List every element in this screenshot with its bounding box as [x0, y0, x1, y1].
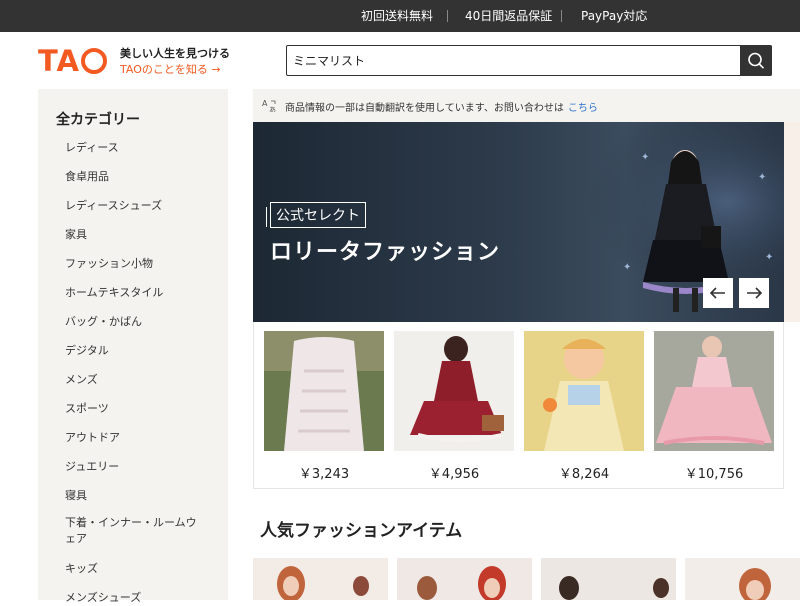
- sparkle: ✦: [641, 152, 650, 163]
- sparkle: ✦: [765, 252, 774, 263]
- translate-icon: A あ: [262, 99, 276, 112]
- sidebar-title: 全カテゴリー: [56, 112, 140, 128]
- sidebar-item-sports[interactable]: スポーツ: [65, 401, 215, 417]
- returns-text: 40日間返品保証: [465, 9, 553, 23]
- arrow-right-icon: [747, 287, 763, 299]
- popular-item-image: [685, 558, 800, 600]
- product-price: ￥4,956: [428, 467, 480, 482]
- sidebar-item-bedding[interactable]: 寝具: [65, 488, 215, 504]
- top-bar: 初回送料無料 40日間返品保証 PayPay対応: [0, 0, 800, 32]
- translation-notice: A あ 商品情報の一部は自動翻訳を使用しています、お問い合わせは こちら: [253, 89, 800, 122]
- category-sidebar: 全カテゴリー レディース 食卓用品 レディースシューズ 家具 ファッション小物 …: [38, 89, 228, 604]
- notice-text: 商品情報の一部は自動翻訳を使用しています、お問い合わせは こちら: [285, 99, 598, 114]
- product-image: [394, 331, 514, 451]
- product-card[interactable]: ￥10,756: [654, 331, 774, 482]
- svg-text:あ: あ: [269, 106, 276, 112]
- product-image: [524, 331, 644, 451]
- sidebar-item-furniture[interactable]: 家具: [65, 227, 215, 243]
- sidebar-item-kids[interactable]: キッズ: [65, 561, 215, 577]
- next-banner-peek: [784, 122, 800, 322]
- search-button[interactable]: [740, 45, 772, 76]
- hero-banner[interactable]: ✦ ✦ ✦ ✦ 公式セレクト ロリータファッション: [253, 122, 784, 322]
- sidebar-item-digital[interactable]: デジタル: [65, 343, 215, 359]
- tao-logo[interactable]: TA: [38, 44, 107, 78]
- paypay-text: PayPay対応: [581, 9, 648, 23]
- sidebar-item-jewelry[interactable]: ジュエリー: [65, 459, 215, 475]
- sidebar-item-bags[interactable]: バッグ・かばん: [65, 314, 215, 330]
- popular-item-image: [397, 558, 532, 600]
- search-icon: [748, 52, 764, 69]
- divider: [561, 10, 562, 22]
- sidebar-item-tableware[interactable]: 食卓用品: [65, 169, 215, 185]
- divider: [447, 10, 448, 22]
- arrow-left-icon: [709, 287, 725, 299]
- notice-body: 商品情報の一部は自動翻訳を使用しています、お問い合わせは: [285, 103, 564, 114]
- sidebar-item-mens[interactable]: メンズ: [65, 372, 215, 388]
- sparkle: ✦: [623, 262, 632, 273]
- sidebar-item-ladies[interactable]: レディース: [65, 140, 215, 156]
- banner-next-button[interactable]: [739, 278, 769, 308]
- product-card[interactable]: ￥4,956: [394, 331, 514, 482]
- sparkle: ✦: [758, 172, 767, 183]
- banner-prev-button[interactable]: [703, 278, 733, 308]
- sidebar-item-mens-shoes[interactable]: メンズシューズ: [65, 590, 215, 606]
- sidebar-item-home-textiles[interactable]: ホームテキスタイル: [65, 285, 215, 301]
- tagline: 美しい人生を見つける: [120, 47, 230, 60]
- sidebar-item-ladies-shoes[interactable]: レディースシューズ: [65, 198, 215, 214]
- banner-title: ロリータファッション: [270, 240, 501, 265]
- svg-text:A: A: [262, 99, 268, 108]
- sidebar-item-fashion-accessories[interactable]: ファッション小物: [65, 256, 215, 272]
- popular-item-card[interactable]: [397, 558, 532, 600]
- sidebar-item-underwear[interactable]: 下着・インナー・ルームウェア: [65, 515, 205, 547]
- popular-item-card[interactable]: [541, 558, 676, 600]
- featured-products: ￥3,243 ￥4,956 ￥8,264 ￥10,756: [253, 322, 784, 489]
- popular-item-image: [541, 558, 676, 600]
- popular-item-card[interactable]: [685, 558, 800, 600]
- product-image: [654, 331, 774, 451]
- about-tao-link[interactable]: TAOのことを知る →: [120, 61, 221, 77]
- popular-section-title: 人気ファッションアイテム: [260, 521, 463, 541]
- contact-link[interactable]: こちら: [568, 103, 598, 114]
- free-shipping-text: 初回送料無料: [361, 9, 434, 23]
- product-price: ￥8,264: [558, 467, 610, 482]
- product-price: ￥3,243: [298, 467, 350, 482]
- product-image: [264, 331, 384, 451]
- product-card[interactable]: ￥3,243: [264, 331, 384, 482]
- banner-badge: 公式セレクト: [266, 202, 366, 228]
- product-card[interactable]: ￥8,264: [524, 331, 644, 482]
- search-input[interactable]: [293, 46, 733, 75]
- popular-item-image: [253, 558, 388, 600]
- sidebar-item-outdoor[interactable]: アウトドア: [65, 430, 215, 446]
- popular-item-card[interactable]: [253, 558, 388, 600]
- product-price: ￥10,756: [684, 467, 744, 482]
- search-bar: [286, 45, 772, 76]
